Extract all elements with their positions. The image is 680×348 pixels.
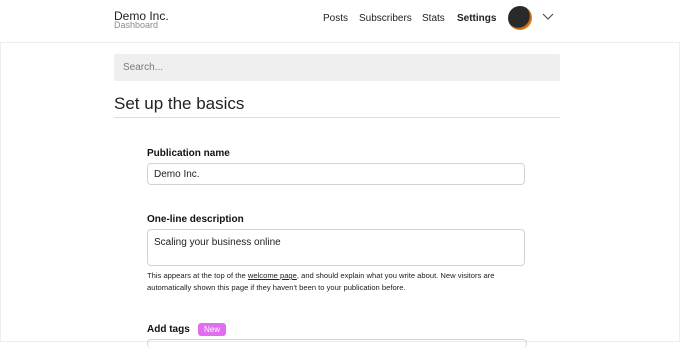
tags-input[interactable] (147, 339, 527, 348)
publication-name-label: Publication name (147, 148, 230, 159)
nav-stats[interactable]: Stats (422, 13, 445, 24)
welcome-page-link[interactable]: welcome page (248, 271, 297, 280)
section-divider (114, 117, 560, 118)
add-tags-label: Add tags (147, 324, 190, 335)
description-help-text: This appears at the top of the welcome p… (147, 270, 527, 294)
top-navigation-bar: Demo Inc. Dashboard Posts Subscribers St… (0, 0, 680, 43)
publication-name-input[interactable] (147, 163, 525, 185)
description-value: Scaling your business online (154, 237, 281, 248)
search-input[interactable] (114, 54, 560, 81)
user-avatar[interactable] (508, 6, 532, 30)
nav-posts[interactable]: Posts (323, 13, 348, 24)
help-text-start: This appears at the top of the (147, 271, 248, 280)
dashboard-subtitle: Dashboard (114, 20, 159, 30)
description-label: One-line description (147, 214, 244, 225)
page-title: Set up the basics (114, 94, 245, 113)
description-textarea[interactable]: Scaling your business online (147, 229, 525, 266)
nav-settings[interactable]: Settings (457, 13, 496, 24)
new-badge: New (198, 323, 227, 336)
chevron-down-icon[interactable] (541, 10, 555, 24)
nav-subscribers[interactable]: Subscribers (359, 13, 412, 24)
